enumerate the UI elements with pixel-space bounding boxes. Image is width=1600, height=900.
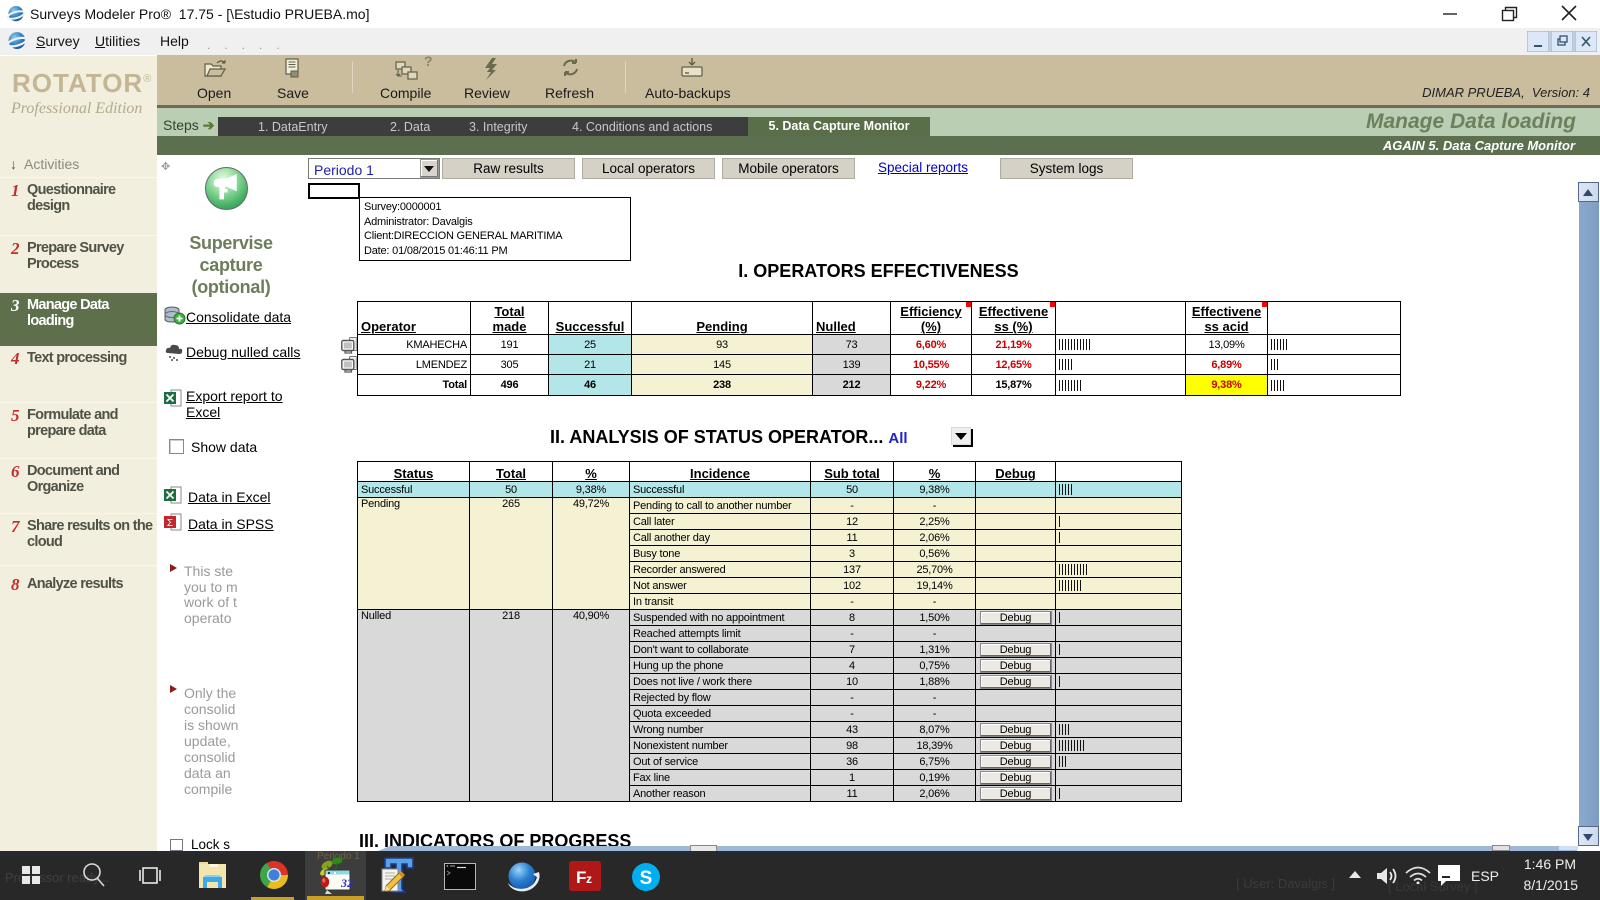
svg-text:Σ: Σ xyxy=(167,518,173,529)
svg-text:32: 32 xyxy=(340,876,353,890)
svg-text:S: S xyxy=(640,868,653,889)
svg-text:z: z xyxy=(586,872,592,886)
svg-text:F: F xyxy=(576,868,586,887)
